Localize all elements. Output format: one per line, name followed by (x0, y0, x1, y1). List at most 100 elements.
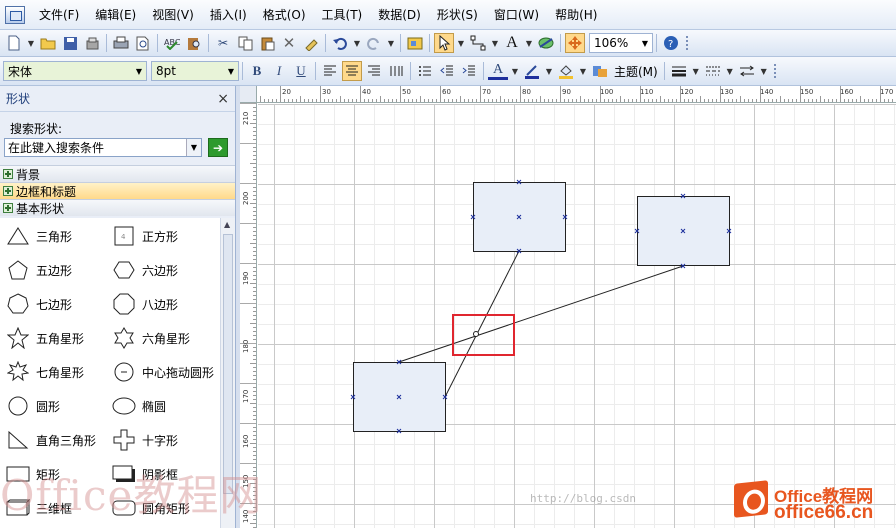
search-go-button[interactable]: ➔ (208, 138, 228, 157)
stencil-background[interactable]: 背景 (0, 165, 235, 182)
shape-seven-point-star[interactable]: 七角星形 (6, 358, 84, 386)
font-size-combo[interactable]: 8pt ▼ (151, 61, 239, 81)
line-weight-icon[interactable] (669, 61, 689, 81)
save-icon[interactable] (60, 33, 80, 53)
fill-color-dropdown-icon[interactable]: ▼ (578, 61, 588, 81)
menu-help[interactable]: 帮助(H) (547, 4, 605, 26)
line-weight-dropdown-icon[interactable]: ▼ (691, 61, 701, 81)
delete-icon[interactable]: ✕ (279, 33, 299, 53)
theme-icon[interactable] (590, 61, 610, 81)
shape-ellipse[interactable]: 椭圆 (112, 392, 166, 420)
connector-tool-icon[interactable] (468, 33, 488, 53)
copy-icon[interactable] (235, 33, 255, 53)
format-painter-icon[interactable] (301, 33, 321, 53)
menu-view[interactable]: 视图(V) (144, 4, 202, 26)
shape-pentagon[interactable]: 五边形 (6, 256, 72, 284)
pointer-dropdown-icon[interactable]: ▼ (456, 33, 466, 53)
undo-dropdown-icon[interactable]: ▼ (352, 33, 362, 53)
help-icon[interactable]: ? (661, 33, 681, 53)
shape-square[interactable]: 4 正方形 (112, 222, 178, 250)
menu-tools[interactable]: 工具(T) (314, 4, 371, 26)
align-left-icon[interactable] (320, 61, 340, 81)
ruler-corner[interactable] (240, 86, 257, 103)
shapes-scrollbar[interactable]: ▲ (220, 218, 235, 528)
connector-dropdown-icon[interactable]: ▼ (490, 33, 500, 53)
bullets-icon[interactable] (415, 61, 435, 81)
font-color-icon[interactable]: A (488, 62, 508, 80)
text-tool-dropdown-icon[interactable]: ▼ (524, 33, 534, 53)
new-dropdown-icon[interactable]: ▼ (26, 33, 36, 53)
bold-button[interactable]: B (247, 61, 267, 81)
shape-rounded-rectangle[interactable]: 圆角矩形 (112, 494, 190, 522)
new-document-icon[interactable] (4, 33, 24, 53)
stencil-borders-titles[interactable]: 边框和标题 (0, 182, 235, 199)
align-right-icon[interactable] (364, 61, 384, 81)
spelling-icon[interactable]: ABC (162, 33, 182, 53)
shape-circle[interactable]: 圆形 (6, 392, 60, 420)
fill-color-icon[interactable] (556, 61, 576, 81)
shapes-window-icon[interactable] (405, 33, 425, 53)
italic-button[interactable]: I (269, 61, 289, 81)
toolbar-options-icon[interactable] (686, 36, 692, 50)
pointer-tool-icon[interactable] (434, 33, 454, 53)
shape-shadow-box[interactable]: 阴影框 (112, 460, 178, 488)
align-center-icon[interactable] (342, 61, 362, 81)
menu-file[interactable]: 文件(F) (31, 4, 87, 26)
shape-triangle[interactable]: 三角形 (6, 222, 72, 250)
pan-zoom-icon[interactable] (565, 33, 585, 53)
scroll-thumb[interactable] (223, 234, 233, 494)
close-icon[interactable]: × (217, 91, 229, 107)
line-pattern-dropdown-icon[interactable]: ▼ (725, 61, 735, 81)
menu-window[interactable]: 窗口(W) (486, 4, 547, 26)
font-combo[interactable]: 宋体 ▼ (3, 61, 147, 81)
redo-dropdown-icon[interactable]: ▼ (386, 33, 396, 53)
menu-shape[interactable]: 形状(S) (429, 4, 486, 26)
undo-icon[interactable] (330, 33, 350, 53)
drawing-page[interactable] (258, 104, 896, 528)
line-tool-icon[interactable] (536, 33, 556, 53)
scroll-up-icon[interactable]: ▲ (224, 220, 230, 229)
connector-line-1[interactable] (444, 250, 520, 398)
shape-six-point-star[interactable]: 六角星形 (112, 324, 190, 352)
line-color-dropdown-icon[interactable]: ▼ (544, 61, 554, 81)
menu-data[interactable]: 数据(D) (370, 4, 429, 26)
search-dropdown-icon[interactable]: ▼ (186, 139, 201, 156)
stencil-basic-shapes[interactable]: 基本形状 (0, 199, 235, 216)
increase-indent-icon[interactable] (459, 61, 479, 81)
redo-icon[interactable] (364, 33, 384, 53)
shape-heptagon[interactable]: 七边形 (6, 290, 72, 318)
theme-button-label[interactable]: 主题(M) (611, 63, 661, 80)
menu-format[interactable]: 格式(O) (255, 4, 314, 26)
text-tool-icon[interactable]: A (502, 33, 522, 53)
print-preview-icon[interactable] (133, 33, 153, 53)
menu-edit[interactable]: 编辑(E) (87, 4, 144, 26)
font-size-dropdown-icon[interactable]: ▼ (224, 62, 238, 80)
underline-button[interactable]: U (291, 61, 311, 81)
font-dropdown-icon[interactable]: ▼ (132, 62, 146, 80)
permission-icon[interactable] (82, 33, 102, 53)
shape-center-drag-circle[interactable]: 中心拖动圆形 (112, 358, 214, 386)
shape-hexagon[interactable]: 六边形 (112, 256, 178, 284)
decrease-indent-icon[interactable] (437, 61, 457, 81)
shape-five-point-star[interactable]: 五角星形 (6, 324, 84, 352)
open-folder-icon[interactable] (38, 33, 58, 53)
print-icon[interactable] (111, 33, 131, 53)
shape-octagon[interactable]: 八边形 (112, 290, 178, 318)
font-color-dropdown-icon[interactable]: ▼ (510, 61, 520, 81)
justify-icon[interactable] (386, 61, 406, 81)
visio-app-icon[interactable] (5, 5, 25, 24)
search-input[interactable]: 在此键入搜索条件 ▼ (4, 138, 202, 157)
line-ends-icon[interactable] (737, 61, 757, 81)
zoom-combo[interactable]: 106% ▼ (589, 33, 653, 53)
shape-rectangle[interactable]: 矩形 (6, 460, 60, 488)
line-color-icon[interactable] (522, 61, 542, 81)
toolbar-options-icon[interactable] (773, 64, 780, 78)
shape-3d-box[interactable]: 三维框 (6, 494, 72, 522)
line-pattern-icon[interactable] (703, 61, 723, 81)
menu-insert[interactable]: 插入(I) (202, 4, 255, 26)
connector-line-2[interactable] (398, 265, 684, 363)
line-ends-dropdown-icon[interactable]: ▼ (759, 61, 769, 81)
cut-icon[interactable]: ✂ (213, 33, 233, 53)
paste-icon[interactable] (257, 33, 277, 53)
research-icon[interactable] (184, 33, 204, 53)
